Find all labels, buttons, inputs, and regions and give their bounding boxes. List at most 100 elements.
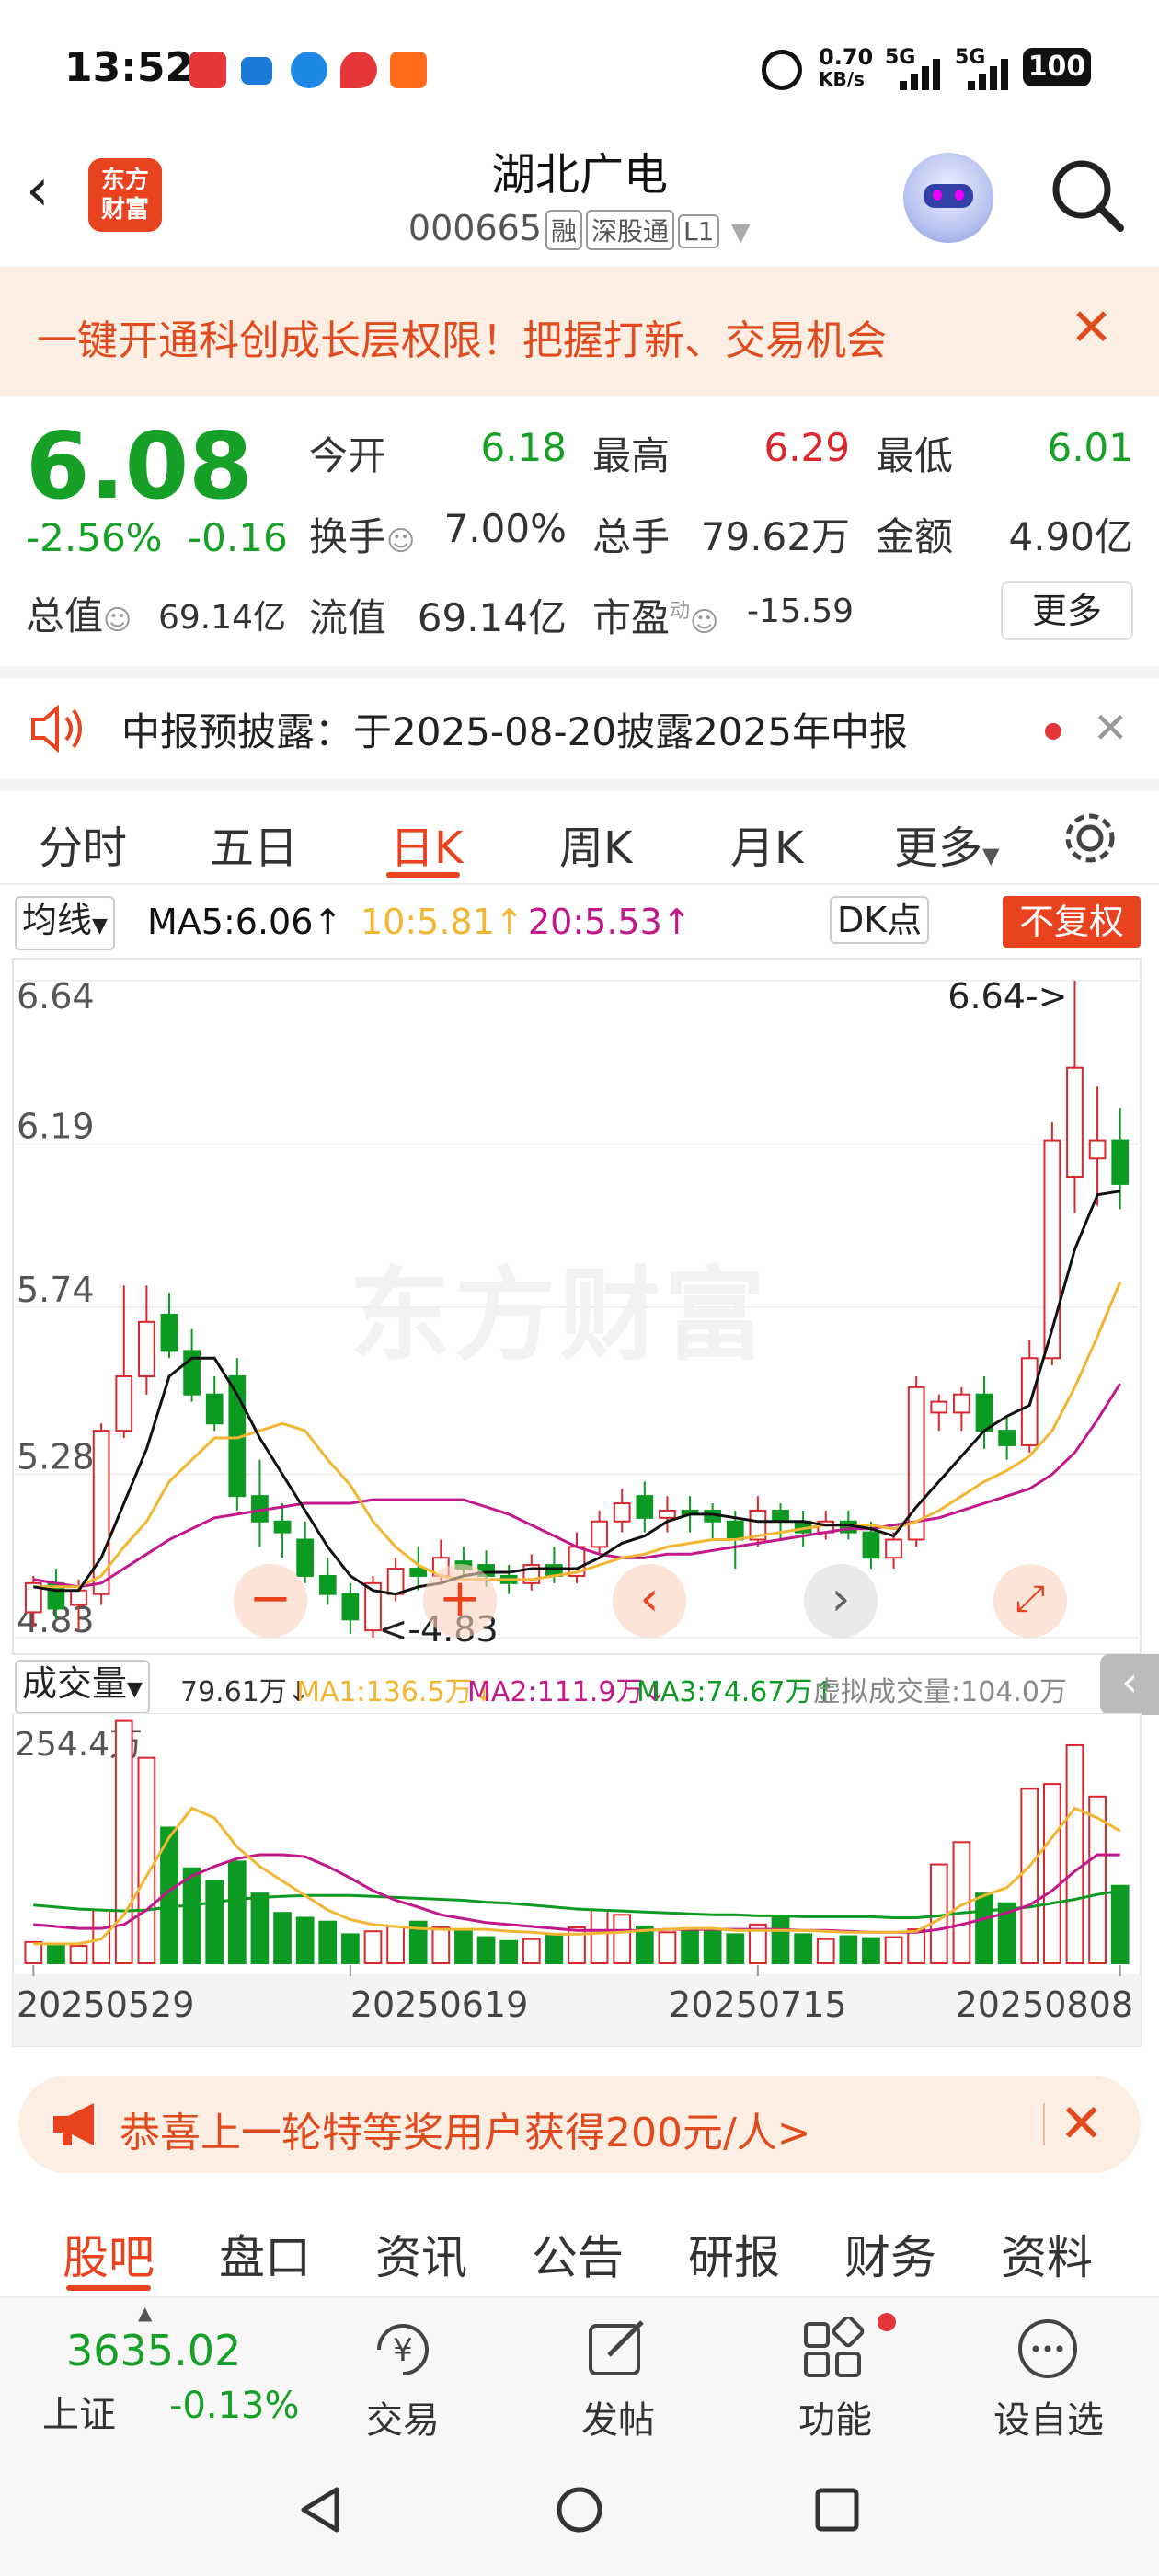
app-circle-icon bbox=[291, 52, 327, 88]
tab-weekly-k[interactable]: 周K bbox=[559, 811, 632, 876]
map-pin-icon bbox=[340, 52, 377, 88]
volume-bar bbox=[771, 1915, 790, 1964]
candle-body bbox=[70, 1589, 87, 1606]
virtual-volume: 虚拟成交量:104.0万 bbox=[813, 1676, 1067, 1708]
volume-bar bbox=[182, 1867, 201, 1964]
ma5-value: MA5:6.06↑ bbox=[147, 902, 343, 942]
trade-yen-icon[interactable]: ¥ bbox=[368, 2317, 438, 2381]
y-tick-label: 6.19 bbox=[17, 1107, 95, 1147]
tab-pankou[interactable]: 盘口 bbox=[219, 2221, 311, 2287]
index-value[interactable]: 3635.02 bbox=[66, 2326, 241, 2375]
scroll-right-button[interactable]: › bbox=[804, 1564, 878, 1638]
close-icon[interactable]: ✕ bbox=[1070, 298, 1113, 358]
pe-value: -15.59 bbox=[747, 592, 855, 630]
robot-assistant-icon[interactable] bbox=[903, 153, 993, 243]
candle-body bbox=[160, 1313, 178, 1352]
adjust-type-button[interactable]: 不复权 bbox=[1003, 896, 1141, 948]
volume-bar bbox=[975, 1892, 993, 1964]
promo-banner-top[interactable]: 一键开通科创成长层权限！把握打新、交易机会 ✕ bbox=[0, 267, 1159, 396]
turnover-label: 换手☺ bbox=[309, 514, 416, 559]
open-value: 6.18 bbox=[480, 425, 567, 470]
change-percent: -2.56% bbox=[26, 515, 163, 560]
volume-bar bbox=[839, 1935, 858, 1964]
tab-news[interactable]: 资讯 bbox=[375, 2221, 467, 2287]
tab-finance[interactable]: 财务 bbox=[844, 2221, 936, 2287]
index-name: 上证 bbox=[42, 2394, 116, 2436]
candle-body bbox=[659, 1509, 676, 1519]
volume-chart[interactable]: 254.4万20250529 20250619 20250715 20250808 bbox=[0, 1713, 1159, 2057]
zoom-out-button[interactable]: − bbox=[234, 1564, 307, 1638]
promo-banner-bottom[interactable]: 恭喜上一轮特等奖用户获得200元/人> ✕ bbox=[18, 2076, 1141, 2173]
tab-5day[interactable]: 五日 bbox=[210, 811, 298, 876]
volume-bar bbox=[47, 1942, 65, 1964]
nav-recents-icon[interactable] bbox=[809, 2482, 865, 2537]
tab-more[interactable]: 更多▼ bbox=[894, 811, 999, 876]
tab-research[interactable]: 研报 bbox=[688, 2221, 780, 2287]
mktcap-label: 总值☺ bbox=[26, 593, 132, 638]
speaker-icon bbox=[31, 704, 82, 753]
volume-bar bbox=[341, 1933, 360, 1964]
scroll-left-button[interactable]: ‹ bbox=[613, 1564, 686, 1638]
indicator-select[interactable]: 均线▼ bbox=[15, 896, 115, 950]
add-watchlist-icon[interactable] bbox=[1016, 2317, 1080, 2381]
stock-code: 000665 bbox=[407, 208, 542, 248]
nav-home-icon[interactable] bbox=[552, 2482, 607, 2537]
svg-text:¥: ¥ bbox=[393, 2332, 413, 2369]
signal-bars-icon bbox=[900, 59, 940, 90]
float-label: 流值 bbox=[309, 595, 387, 640]
notice-bar[interactable]: 中报预披露：于2025-08-20披露2025年中报 ✕ bbox=[0, 683, 1159, 778]
tab-announcements[interactable]: 公告 bbox=[532, 2221, 624, 2287]
tab-monthly-k[interactable]: 月K bbox=[730, 811, 803, 876]
volume-bar bbox=[1042, 1783, 1061, 1964]
tab-intraday[interactable]: 分时 bbox=[39, 811, 127, 876]
add-watchlist-label[interactable]: 设自选 bbox=[975, 2390, 1122, 2444]
search-icon[interactable] bbox=[1049, 156, 1126, 234]
volume-bar bbox=[227, 1860, 247, 1964]
tab-daily-k[interactable]: 日K bbox=[390, 811, 463, 876]
side-panel-toggle[interactable]: ‹ bbox=[1100, 1654, 1159, 1715]
low-label: 最低 bbox=[876, 433, 954, 478]
volume-bar bbox=[92, 1909, 111, 1965]
post-label[interactable]: 发帖 bbox=[545, 2390, 692, 2444]
volume-indicator-select[interactable]: 成交量▼ bbox=[15, 1660, 150, 1714]
toutiao-icon bbox=[189, 52, 226, 88]
divider bbox=[0, 666, 1159, 679]
trade-label[interactable]: 交易 bbox=[329, 2390, 476, 2444]
volume-value: 79.62万 bbox=[700, 514, 850, 559]
tab-guba[interactable]: 股吧 bbox=[63, 2221, 155, 2287]
pe-label: 市盈动☺ bbox=[592, 595, 719, 640]
nav-back-icon[interactable] bbox=[294, 2482, 350, 2537]
functions-label[interactable]: 功能 bbox=[762, 2390, 909, 2444]
settings-gear-icon[interactable] bbox=[1058, 806, 1122, 870]
dk-point-select[interactable]: DK点 bbox=[830, 896, 930, 944]
zoom-in-button[interactable]: + bbox=[423, 1564, 497, 1638]
volume-bar bbox=[545, 1933, 564, 1964]
promo-close-icon[interactable]: ✕ bbox=[1059, 2092, 1104, 2155]
tab-profile[interactable]: 资料 bbox=[1001, 2221, 1093, 2287]
unread-dot bbox=[1045, 723, 1061, 740]
volume-bar bbox=[907, 1928, 926, 1965]
volume-bar bbox=[476, 1936, 496, 1965]
max-price-label: 6.64-> bbox=[947, 976, 1067, 1017]
candle-body bbox=[1111, 1139, 1130, 1185]
high-value: 6.29 bbox=[763, 425, 850, 470]
y-tick-label: 5.74 bbox=[17, 1270, 95, 1310]
more-button[interactable]: 更多 bbox=[1001, 581, 1133, 640]
volume-bar bbox=[250, 1892, 270, 1964]
candle-body bbox=[998, 1430, 1016, 1446]
open-label: 今开 bbox=[309, 433, 387, 478]
candle-body bbox=[137, 1320, 155, 1377]
fullscreen-icon[interactable]: ⤢ bbox=[993, 1564, 1067, 1638]
candle-body bbox=[930, 1400, 948, 1414]
kline-chart[interactable]: 6.646.195.745.284.836.64-><-4.83 bbox=[0, 957, 1159, 1656]
notice-close-icon[interactable]: ✕ bbox=[1093, 703, 1129, 753]
functions-grid-icon[interactable] bbox=[800, 2317, 870, 2381]
volume-label: 总手 bbox=[592, 514, 671, 559]
post-edit-icon[interactable] bbox=[585, 2317, 651, 2381]
amount-value: 4.90亿 bbox=[1008, 514, 1133, 559]
promo-top-text: 一键开通科创成长层权限！把握打新、交易机会 bbox=[37, 317, 887, 364]
candle-body bbox=[862, 1531, 880, 1559]
candle-body bbox=[975, 1393, 993, 1432]
turnover-value: 7.00% bbox=[443, 506, 567, 551]
ma-legend-row: 均线▼ MA5:6.06↑ 10:5.81↑ 20:5.53↑ DK点 bbox=[0, 894, 1159, 950]
